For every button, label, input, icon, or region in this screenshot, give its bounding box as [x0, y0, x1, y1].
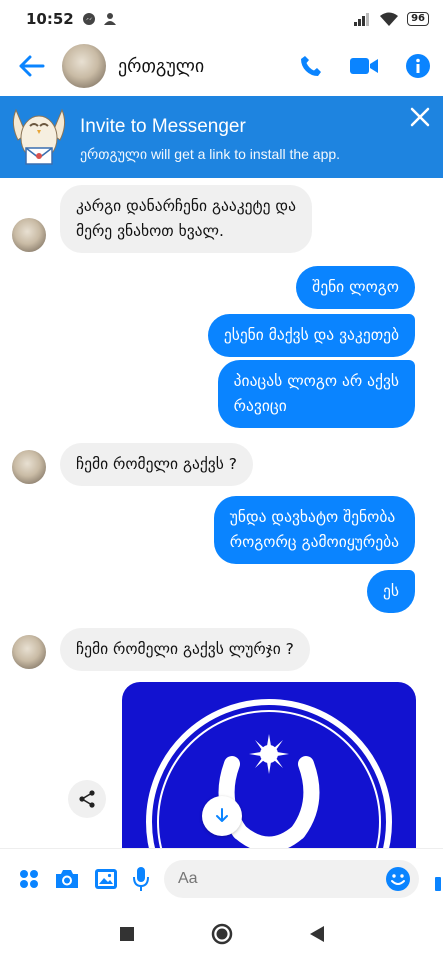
image-message[interactable]	[122, 682, 416, 862]
voice-button[interactable]	[132, 864, 150, 894]
message-input-field[interactable]	[164, 859, 419, 898]
message-line: პიაცას ლოგო არ აქვს	[233, 372, 399, 390]
sender-avatar[interactable]	[12, 635, 46, 669]
message-line: როგორც გამოიყურება	[229, 533, 399, 551]
outgoing-message[interactable]: ესენი მაქვს და ვაკეთებ	[207, 314, 415, 357]
gallery-button[interactable]	[94, 864, 118, 894]
owl-mascot-icon	[12, 108, 66, 165]
emoji-icon[interactable]	[385, 866, 411, 892]
info-icon[interactable]	[405, 53, 431, 79]
download-arrow-icon	[216, 808, 228, 822]
incoming-message[interactable]: ჩემი რომელი გაქვს ?	[60, 443, 253, 486]
status-bar: 10:52 96	[0, 0, 443, 38]
battery-indicator: 96	[407, 12, 429, 26]
wifi-icon	[380, 12, 399, 26]
share-icon	[79, 790, 95, 808]
message-line: მერე ვნახოთ ხვალ.	[76, 222, 224, 240]
video-call-icon[interactable]	[349, 56, 379, 76]
banner-subtitle: ერთგული will get a link to install the a…	[80, 146, 341, 162]
like-button[interactable]	[433, 864, 443, 894]
phone-call-icon[interactable]	[299, 54, 323, 78]
message-line: შენი ლოგო	[312, 278, 399, 296]
signal-icon	[354, 13, 370, 26]
message-line: ესენი მაქვს და ვაკეთებ	[223, 326, 399, 344]
sender-avatar[interactable]	[12, 450, 46, 484]
sender-avatar[interactable]	[12, 218, 46, 252]
download-button[interactable]	[202, 796, 242, 836]
blue-logo-image	[146, 699, 392, 862]
contact-name[interactable]: ერთგული	[118, 56, 204, 77]
share-button[interactable]	[68, 780, 106, 818]
outgoing-message[interactable]: პიაცას ლოგო არ აქვს რავიცი	[217, 360, 415, 428]
incoming-message[interactable]: ჩემი რომელი გაქვს ლურჯი ?	[60, 628, 310, 671]
message-line: ეს	[383, 582, 399, 600]
outgoing-message[interactable]: უნდა დავხატო შენობა როგორც გამოიყურება	[213, 496, 415, 564]
camera-button[interactable]	[54, 864, 80, 894]
messenger-notification-icon	[82, 13, 95, 25]
person-add-icon	[103, 13, 116, 25]
message-input[interactable]	[178, 869, 385, 888]
message-composer	[0, 848, 443, 908]
status-time: 10:52	[26, 10, 74, 28]
thumbs-up-icon	[435, 876, 441, 891]
microphone-icon	[133, 866, 149, 891]
message-line: ჩემი რომელი გაქვს ?	[76, 455, 237, 473]
close-icon[interactable]	[407, 104, 433, 130]
chat-header: ერთგული	[0, 38, 443, 94]
incoming-message[interactable]: კარგი დანარჩენი გააკეტე და მერე ვნახოთ ხ…	[60, 185, 312, 253]
message-line: კარგი დანარჩენი გააკეტე და	[76, 197, 296, 215]
home-icon[interactable]	[211, 923, 233, 945]
four-dots-icon	[20, 869, 38, 888]
contact-avatar[interactable]	[62, 44, 106, 88]
banner-title: Invite to Messenger	[80, 116, 246, 137]
outgoing-message[interactable]: ეს	[367, 570, 415, 613]
outgoing-message[interactable]: შენი ლოგო	[296, 266, 415, 309]
image-icon	[95, 868, 117, 889]
back-arrow-icon	[19, 55, 45, 77]
invite-banner[interactable]: Invite to Messenger ერთგული will get a l…	[0, 96, 443, 178]
message-line: რავიცი	[233, 397, 287, 415]
message-line: ჩემი რომელი გაქვს ლურჯი ?	[76, 640, 294, 658]
back-button[interactable]	[16, 50, 48, 82]
recent-apps-icon[interactable]	[119, 926, 135, 942]
camera-icon	[56, 869, 78, 888]
back-triangle-icon[interactable]	[309, 925, 325, 943]
system-navigation-bar	[0, 908, 443, 960]
more-actions-button[interactable]	[18, 864, 40, 894]
message-line: უნდა დავხატო შენობა	[229, 508, 396, 526]
